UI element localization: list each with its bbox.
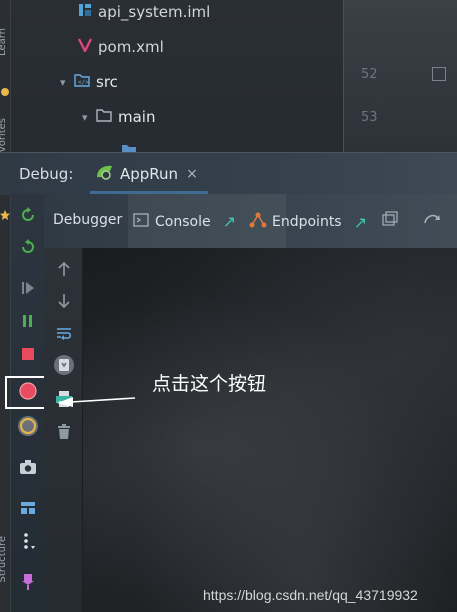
tree-item-api-system-iml[interactable]: api_system.iml [78,1,210,23]
editor-gutter: 52 53 [343,0,457,152]
tree-item-main[interactable]: ▾ main [82,106,155,128]
scroll-up-button[interactable] [53,258,75,280]
pin-icon [22,574,34,590]
mute-breakpoints-icon [18,416,38,436]
favorites-star-icon[interactable] [0,205,10,220]
get-thread-dump-button[interactable] [17,456,39,478]
more-options-button[interactable] [17,530,39,552]
tree-item-label: api_system.iml [98,3,211,21]
module-file-icon [78,3,92,21]
tab-label: Endpoints [272,214,342,230]
tree-item-label: src [96,73,118,91]
highlight-box [5,376,47,409]
structure-tool-label[interactable]: Structure [0,536,8,583]
console-sidebar [44,248,83,612]
scroll-to-end-icon [54,355,74,375]
folder-icon [121,140,137,155]
more-vertical-icon [24,533,35,549]
tab-console[interactable]: Console ↗ [133,212,236,231]
mute-breakpoints-button[interactable] [17,415,39,437]
layout-icon [21,502,35,514]
arrow-up-icon [58,261,70,276]
soft-wrap-button[interactable] [53,322,75,344]
debug-header: Debug: AppRun × [0,152,457,195]
folder-icon: </> [74,73,90,91]
svg-text:</>: </> [78,79,89,86]
soft-wrap-icon [57,328,72,340]
rerun-icon [22,207,34,221]
arrow-down-icon [58,294,70,309]
resume-button[interactable] [17,277,39,299]
maven-icon [77,38,93,56]
chevron-down-icon[interactable]: ▾ [60,76,74,89]
scroll-to-end-button[interactable] [53,354,75,376]
tab-apprun[interactable]: AppRun × [94,163,198,185]
trash-icon [58,424,70,439]
console-output[interactable] [83,248,457,612]
restore-layout-icon[interactable] [382,211,398,227]
refresh-icon [22,239,34,253]
restore-arrow-icon[interactable]: ↗ [354,213,367,232]
chevron-down-icon[interactable]: ▾ [82,111,96,124]
pause-button[interactable] [17,310,39,332]
tree-item-label: main [118,108,156,126]
step-over-icon[interactable] [423,211,441,227]
watermark-text: https://blog.csdn.net/qq_43719932 [203,587,418,603]
scroll-down-button[interactable] [53,290,75,312]
layout-button[interactable] [17,497,39,519]
tab-endpoints[interactable]: Endpoints ↗ [249,212,367,232]
tree-item-label: pom.xml [98,38,164,56]
pause-icon [23,315,32,327]
tab-label: Debugger [53,212,123,228]
left-tool-strip: Learn 2: Favorites Structure [0,0,11,612]
run-config-name: AppRun [120,165,179,183]
fold-marker-icon[interactable] [432,67,446,81]
tab-label: Console [155,213,211,230]
debug-label: Debug: [19,165,74,183]
debug-subtabs: Debugger Console ↗ Endpoints ↗ [44,194,457,249]
folder-icon [96,108,112,126]
rerun-button[interactable] [17,204,39,226]
project-tree: api_system.iml pom.xml ▾ </> src ▾ main [11,0,343,155]
line-number: 53 [361,110,378,125]
tab-debugger[interactable]: Debugger [53,212,122,228]
stop-button[interactable] [17,343,39,365]
clear-all-button[interactable] [53,421,75,443]
console-icon [133,212,149,231]
close-icon[interactable]: × [186,166,198,182]
tree-item-src[interactable]: ▾ </> src [60,71,118,93]
line-number: 52 [361,67,378,82]
rerun-failed-button[interactable] [17,236,39,258]
restore-arrow-icon[interactable]: ↗ [223,212,236,231]
endpoints-icon [249,212,267,232]
resume-icon [22,282,34,294]
tree-item-pom-xml[interactable]: pom.xml [77,36,164,58]
learn-icon[interactable] [0,82,10,96]
stop-icon [22,348,34,360]
learn-tool-label[interactable]: Learn [0,28,8,56]
spring-boot-icon [94,163,114,185]
annotation-text: 点击这个按钮 [152,373,267,395]
camera-icon [20,460,36,474]
annotation-arrow-icon [57,397,136,407]
pin-tab-button[interactable] [17,571,39,593]
